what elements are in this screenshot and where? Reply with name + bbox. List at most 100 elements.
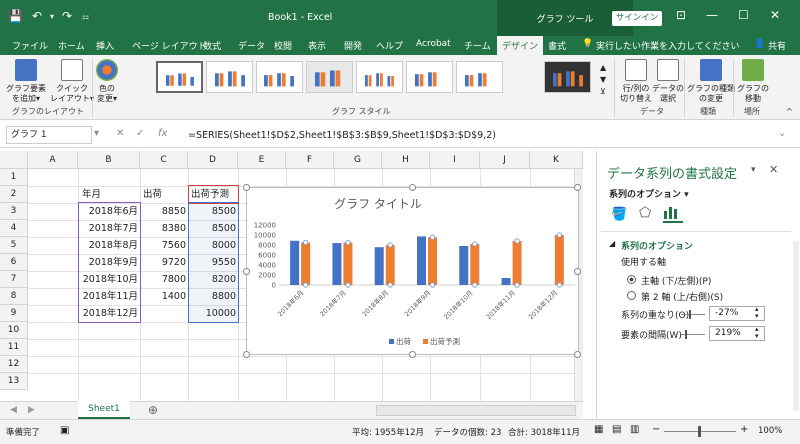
tab-data[interactable]: データ	[238, 39, 265, 55]
change-chart-type-button[interactable]: グラフの種類 の変更	[687, 59, 735, 104]
normal-view-icon[interactable]: ▦	[594, 424, 603, 435]
cell-c2[interactable]: 出荷	[143, 186, 162, 203]
cancel-icon[interactable]: ✕	[116, 128, 124, 139]
tab-team[interactable]: チーム	[464, 39, 491, 55]
bar[interactable]	[343, 242, 353, 286]
gap-width-spinner-icon[interactable]: ▴ ▾	[755, 326, 759, 340]
bar[interactable]	[428, 237, 437, 285]
chart-title[interactable]: グラフ タイトル	[334, 197, 422, 211]
cell-c8[interactable]: 1400	[140, 288, 186, 305]
resize-handle[interactable]	[243, 351, 250, 358]
tab-format[interactable]: 書式	[548, 39, 566, 55]
bar[interactable]	[290, 240, 300, 285]
macro-record-icon[interactable]: ▣	[60, 425, 69, 436]
zoom-slider-thumb[interactable]	[698, 426, 701, 437]
resize-handle[interactable]	[574, 351, 581, 358]
cell-b2[interactable]: 年月	[82, 186, 101, 203]
chart-style-2[interactable]	[206, 61, 253, 93]
bar[interactable]	[332, 243, 342, 285]
tab-acrobat[interactable]: Acrobat	[416, 39, 451, 55]
fill-line-icon[interactable]: 🪣	[611, 207, 627, 222]
zoom-out-icon[interactable]: −	[652, 424, 660, 435]
tab-insert[interactable]: 挿入	[96, 39, 114, 55]
section-title[interactable]: 系列のオプション	[621, 239, 693, 252]
resize-handle[interactable]	[409, 351, 416, 358]
pane-options-dropdown-icon[interactable]: ▾	[751, 165, 756, 175]
gallery-up-icon[interactable]: ▲	[600, 63, 606, 72]
bar[interactable]	[512, 241, 522, 285]
horizontal-scrollbar[interactable]	[376, 405, 576, 416]
bar[interactable]	[554, 235, 564, 285]
column-header[interactable]: H	[382, 151, 430, 169]
save-icon[interactable]: 💾	[8, 9, 23, 23]
new-sheet-icon[interactable]: ⊕	[148, 403, 158, 417]
overlap-slider-thumb[interactable]	[689, 310, 691, 319]
row-header[interactable]: 3	[0, 203, 28, 220]
add-chart-element-button[interactable]: グラフ要素 を追加▾	[6, 59, 46, 104]
primary-axis-radio[interactable]	[627, 275, 636, 284]
tab-home[interactable]: ホーム	[58, 39, 85, 55]
series-options-dropdown[interactable]: 系列のオプション ▾	[609, 187, 689, 200]
chart-style-4[interactable]	[306, 61, 353, 93]
cell-c4[interactable]: 8380	[140, 220, 186, 237]
row-header[interactable]: 9	[0, 305, 28, 322]
gallery-down-icon[interactable]: ▼	[600, 75, 606, 84]
prev-sheet-icon[interactable]: ◀	[10, 405, 17, 415]
overlap-spinner-icon[interactable]: ▴ ▾	[755, 306, 759, 320]
cell-c3[interactable]: 8850	[140, 203, 186, 220]
page-layout-view-icon[interactable]: ▤	[612, 424, 621, 435]
plot-area[interactable]: 0 2000 4000 6000 8000 10000 12000 2018年6月 2018年7…	[254, 222, 575, 347]
row-header[interactable]: 4	[0, 220, 28, 237]
formula-input[interactable]: =SERIES(Sheet1!$D$2,Sheet1!$B$3:$B$9,She…	[188, 130, 496, 141]
bar[interactable]	[374, 247, 384, 285]
tab-formulas[interactable]: 数式	[203, 39, 221, 55]
section-collapse-icon[interactable]: ◢	[609, 239, 615, 248]
chart-area[interactable]: グラフ タイトル 0 2000 4000 6000 8000 10000 12000 2018…	[243, 184, 581, 358]
share-button[interactable]: 共有	[768, 39, 786, 55]
pane-close-icon[interactable]: ✕	[769, 163, 778, 176]
cell-c5[interactable]: 7560	[140, 237, 186, 254]
tab-help[interactable]: ヘルプ	[376, 39, 403, 55]
cell-c9[interactable]	[140, 305, 186, 322]
row-header[interactable]: 8	[0, 288, 28, 305]
next-sheet-icon[interactable]: ▶	[28, 405, 35, 415]
expand-formula-icon[interactable]: ⌄	[778, 128, 786, 139]
cell-c6[interactable]: 9720	[140, 254, 186, 271]
column-header[interactable]: I	[430, 151, 480, 169]
name-box[interactable]: グラフ 1	[6, 126, 92, 144]
namebox-dropdown-icon[interactable]: ▾	[94, 128, 99, 139]
gap-width-slider-thumb[interactable]	[685, 330, 687, 339]
tab-design[interactable]: デザイン	[497, 36, 544, 55]
column-header[interactable]: F	[286, 151, 334, 169]
row-header[interactable]: 1	[0, 169, 28, 186]
redo-icon[interactable]: ↷	[62, 9, 72, 23]
column-header[interactable]: A	[28, 151, 78, 169]
page-break-view-icon[interactable]: ▥	[630, 424, 639, 435]
chart-style-5[interactable]	[356, 61, 403, 93]
resize-handle[interactable]	[243, 184, 250, 191]
row-header[interactable]: 2	[0, 186, 28, 203]
row-header[interactable]: 7	[0, 271, 28, 288]
tellme-input[interactable]: 実行したい作業を入力してください	[596, 39, 739, 55]
insert-function-icon[interactable]: fx	[158, 128, 167, 139]
series-options-tab[interactable]	[663, 205, 683, 223]
chart-style-1[interactable]	[156, 61, 203, 93]
zoom-level[interactable]: 100%	[758, 426, 782, 436]
bar[interactable]	[470, 244, 480, 285]
change-colors-button[interactable]: 色の 変更▾	[96, 59, 118, 104]
resize-handle[interactable]	[574, 184, 581, 191]
chart-style-7[interactable]	[456, 61, 503, 93]
column-header[interactable]: G	[334, 151, 382, 169]
resize-handle[interactable]	[409, 184, 416, 191]
row-header[interactable]: 12	[0, 356, 28, 373]
quick-layout-button[interactable]: クイック レイアウト▾	[50, 59, 94, 104]
close-icon[interactable]: ✕	[770, 8, 780, 22]
select-all-corner[interactable]	[0, 151, 28, 169]
row-header[interactable]: 6	[0, 254, 28, 271]
column-header[interactable]: D	[188, 151, 238, 169]
select-data-button[interactable]: データの 選択	[652, 59, 684, 104]
row-header[interactable]: 10	[0, 322, 28, 339]
pane-scrollbar[interactable]	[793, 241, 799, 411]
zoom-in-icon[interactable]: +	[740, 424, 748, 435]
undo-icon[interactable]: ↶	[32, 9, 42, 23]
